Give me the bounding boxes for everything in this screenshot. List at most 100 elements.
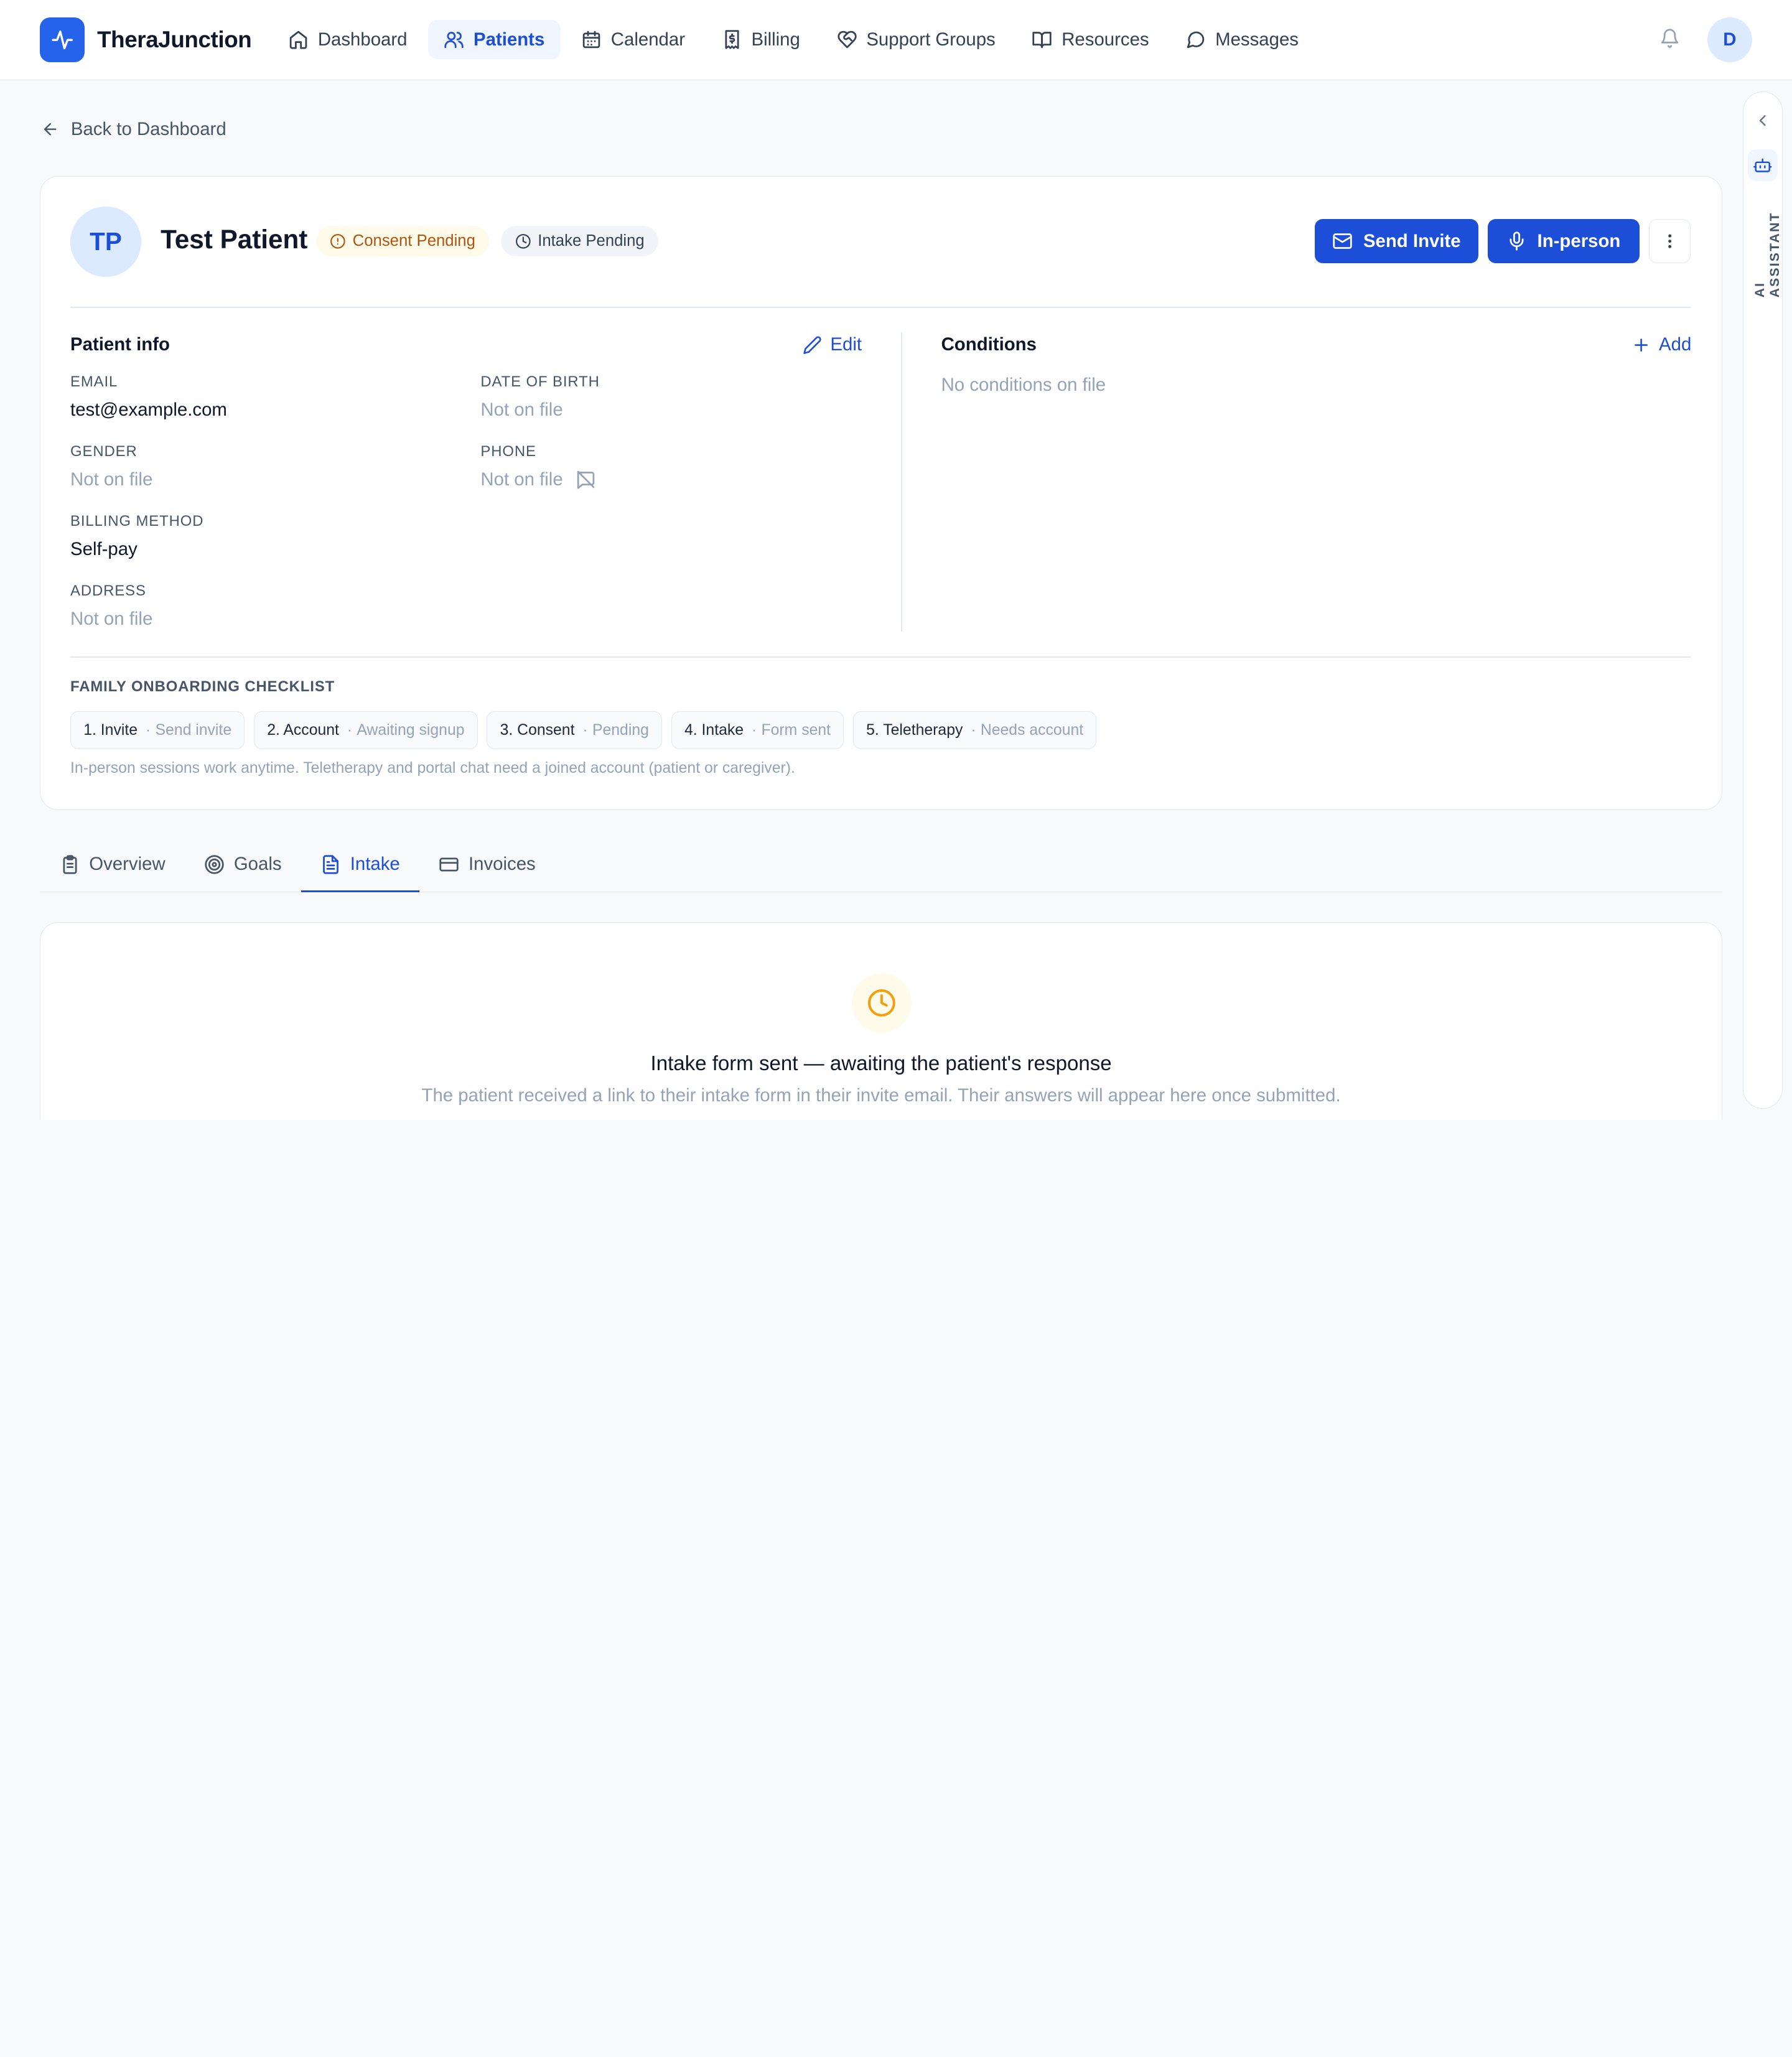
nav-label: Support Groups bbox=[866, 29, 996, 50]
separator-dot: · bbox=[971, 721, 976, 739]
billing-method-value: Self-pay bbox=[70, 539, 138, 560]
checklist-note: In-person sessions work anytime. Telethe… bbox=[70, 759, 795, 777]
arrow-left-icon bbox=[44, 123, 57, 136]
nav-item-messages[interactable]: Messages bbox=[1170, 20, 1315, 59]
pending-clock-icon bbox=[852, 973, 912, 1033]
step-status: Form sent bbox=[761, 721, 831, 739]
address-value: Not on file bbox=[70, 609, 153, 630]
heart-handshake-icon bbox=[837, 31, 857, 49]
more-options-button[interactable] bbox=[1648, 218, 1691, 264]
step-status: Pending bbox=[592, 721, 649, 739]
plus-icon bbox=[1635, 338, 1648, 352]
tab-goals[interactable]: Goals bbox=[185, 837, 301, 891]
tab-label: Goals bbox=[233, 854, 282, 875]
edit-patient-info-button[interactable]: Edit bbox=[803, 334, 862, 355]
step-label: 5. Teletherapy bbox=[866, 721, 963, 739]
nav-item-resources[interactable]: Resources bbox=[1016, 20, 1165, 59]
nav-item-patients[interactable]: Patients bbox=[427, 20, 561, 60]
button-label: Send Invite bbox=[1363, 230, 1461, 251]
conditions-empty-state: No conditions on file bbox=[941, 374, 1106, 395]
conditions-title: Conditions bbox=[941, 334, 1037, 355]
nav-right: D bbox=[1659, 17, 1752, 62]
tab-invoices[interactable]: Invoices bbox=[419, 837, 555, 891]
clock-icon bbox=[515, 233, 531, 249]
tab-overview[interactable]: Overview bbox=[40, 837, 185, 891]
divider bbox=[70, 656, 1691, 658]
mail-icon bbox=[1333, 233, 1353, 249]
edit-label: Edit bbox=[830, 334, 862, 355]
step-status: Send invite bbox=[155, 721, 232, 739]
checklist-step-consent[interactable]: 3. Consent · Pending bbox=[487, 711, 663, 750]
bot-icon[interactable] bbox=[1748, 149, 1778, 182]
separator-dot: · bbox=[347, 721, 353, 739]
main-nav: Dashboard Patients Calendar Billing Supp… bbox=[272, 20, 1315, 60]
separator-dot: · bbox=[145, 721, 151, 739]
more-vertical-icon bbox=[1668, 234, 1671, 248]
top-nav: TheraJunction Dashboard Patients Calenda… bbox=[0, 0, 1792, 80]
email-label: EMAIL bbox=[70, 373, 118, 390]
dob-value: Not on file bbox=[480, 399, 563, 420]
ai-assistant-label: AI ASSISTANT bbox=[1752, 212, 1782, 298]
checklist-step-invite[interactable]: 1. Invite · Send invite bbox=[70, 711, 245, 750]
onboarding-steps: 1. Invite · Send invite 2. Account · Awaitin… bbox=[70, 711, 1097, 750]
nav-label: Billing bbox=[751, 29, 800, 50]
divider bbox=[70, 307, 1691, 309]
consent-status-badge: Consent Pending bbox=[315, 225, 489, 257]
step-label: 1. Invite bbox=[83, 721, 138, 739]
nav-label: Calendar bbox=[610, 29, 685, 50]
bell-icon[interactable] bbox=[1659, 28, 1682, 51]
nav-label: Patients bbox=[474, 29, 545, 50]
step-label: 2. Account bbox=[267, 721, 339, 739]
dob-label: DATE OF BIRTH bbox=[480, 373, 600, 390]
nav-item-support-groups[interactable]: Support Groups bbox=[821, 20, 1012, 59]
checklist-step-intake[interactable]: 4. Intake · Form sent bbox=[671, 711, 844, 750]
gender-label: GENDER bbox=[70, 442, 138, 460]
tab-label: Invoices bbox=[468, 854, 536, 875]
checklist-step-teletherapy[interactable]: 5. Teletherapy · Needs account bbox=[852, 711, 1097, 750]
nav-item-dashboard[interactable]: Dashboard bbox=[272, 20, 423, 59]
nav-label: Resources bbox=[1062, 29, 1149, 50]
ai-assistant-rail[interactable]: AI ASSISTANT bbox=[1742, 91, 1783, 1109]
tab-intake[interactable]: Intake bbox=[301, 837, 419, 893]
calendar-icon bbox=[582, 31, 600, 49]
message-circle-icon bbox=[1187, 32, 1205, 49]
onboarding-checklist-title: FAMILY ONBOARDING CHECKLIST bbox=[70, 678, 335, 696]
nav-item-billing[interactable]: Billing bbox=[706, 20, 816, 59]
nav-label: Dashboard bbox=[317, 29, 408, 50]
book-open-icon bbox=[1032, 32, 1052, 49]
mic-icon bbox=[1510, 231, 1524, 251]
message-off-icon[interactable] bbox=[576, 469, 596, 490]
in-person-button[interactable]: In-person bbox=[1487, 218, 1640, 264]
step-status: Needs account bbox=[980, 721, 1084, 739]
intake-status-badge: Intake Pending bbox=[501, 225, 658, 257]
checklist-step-account[interactable]: 2. Account · Awaiting signup bbox=[254, 711, 478, 750]
pulse-logo-icon bbox=[40, 17, 85, 62]
back-link-label: Back to Dashboard bbox=[70, 119, 226, 140]
user-avatar[interactable]: D bbox=[1707, 17, 1752, 62]
badge-label: Intake Pending bbox=[538, 232, 645, 250]
brand[interactable]: TheraJunction bbox=[40, 17, 252, 62]
separator-dot: · bbox=[582, 721, 588, 739]
users-icon bbox=[444, 32, 464, 49]
back-to-dashboard-link[interactable]: Back to Dashboard bbox=[41, 119, 226, 140]
chevron-left-icon[interactable] bbox=[1753, 111, 1771, 129]
billing-method-label: BILLING METHOD bbox=[70, 512, 204, 529]
alert-circle-icon bbox=[330, 233, 345, 249]
receipt-icon bbox=[725, 30, 739, 49]
nav-item-calendar[interactable]: Calendar bbox=[565, 20, 701, 59]
gender-value: Not on file bbox=[70, 469, 153, 490]
tab-label: Intake bbox=[350, 854, 400, 875]
file-text-icon bbox=[323, 855, 338, 874]
app-frame: TheraJunction Dashboard Patients Calenda… bbox=[0, 0, 1792, 1120]
separator-dot: · bbox=[751, 721, 757, 739]
patient-name: Test Patient bbox=[161, 224, 308, 254]
patient-tabs: Overview Goals Intake Invoices bbox=[40, 837, 1722, 893]
address-label: ADDRESS bbox=[70, 582, 146, 599]
column-divider bbox=[901, 332, 903, 632]
send-invite-button[interactable]: Send Invite bbox=[1315, 218, 1478, 264]
step-label: 4. Intake bbox=[684, 721, 744, 739]
button-label: In-person bbox=[1537, 230, 1621, 251]
add-condition-button[interactable]: Add bbox=[1631, 334, 1691, 355]
add-label: Add bbox=[1659, 334, 1692, 355]
step-status: Awaiting signup bbox=[357, 721, 465, 739]
